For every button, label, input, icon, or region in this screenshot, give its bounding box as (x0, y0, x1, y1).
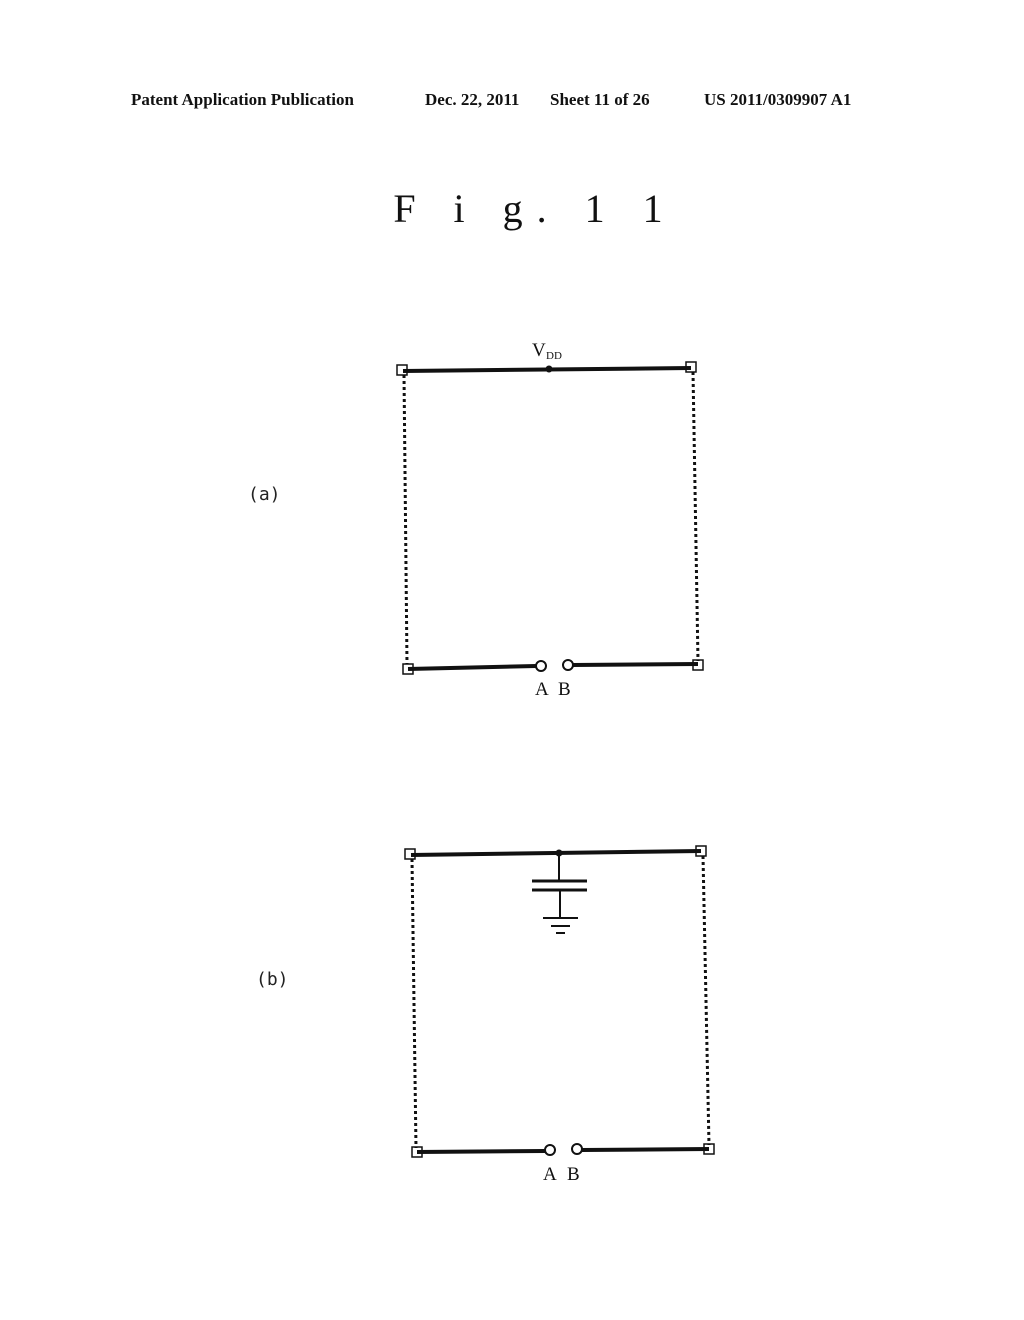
bottom-right-wire (572, 662, 699, 667)
circuit-diagrams: V DD A B A B (396, 340, 715, 1185)
terminal-b (571, 1143, 583, 1155)
terminal-b (562, 659, 574, 671)
terminal-a-label: A (543, 1164, 557, 1185)
diagram-b: A B (404, 845, 715, 1185)
bottom-right-wire (581, 1147, 710, 1152)
bottom-left-wire (407, 664, 537, 671)
left-dotted-wire (402, 374, 409, 665)
vdd-label: V (532, 340, 546, 361)
terminal-a-label: A (535, 679, 549, 700)
left-dotted-wire (410, 858, 418, 1149)
terminal-a (535, 660, 547, 672)
terminal-b-label: B (558, 679, 571, 700)
bottom-left-wire (416, 1149, 546, 1154)
vdd-node (545, 365, 553, 373)
right-dotted-wire (691, 371, 700, 662)
terminal-a (544, 1144, 556, 1156)
diagram-a: V DD A B (396, 340, 704, 700)
vdd-subscript: DD (546, 350, 562, 362)
right-dotted-wire (701, 855, 711, 1146)
terminal-b-label: B (567, 1164, 580, 1185)
ground-icon (543, 917, 578, 934)
